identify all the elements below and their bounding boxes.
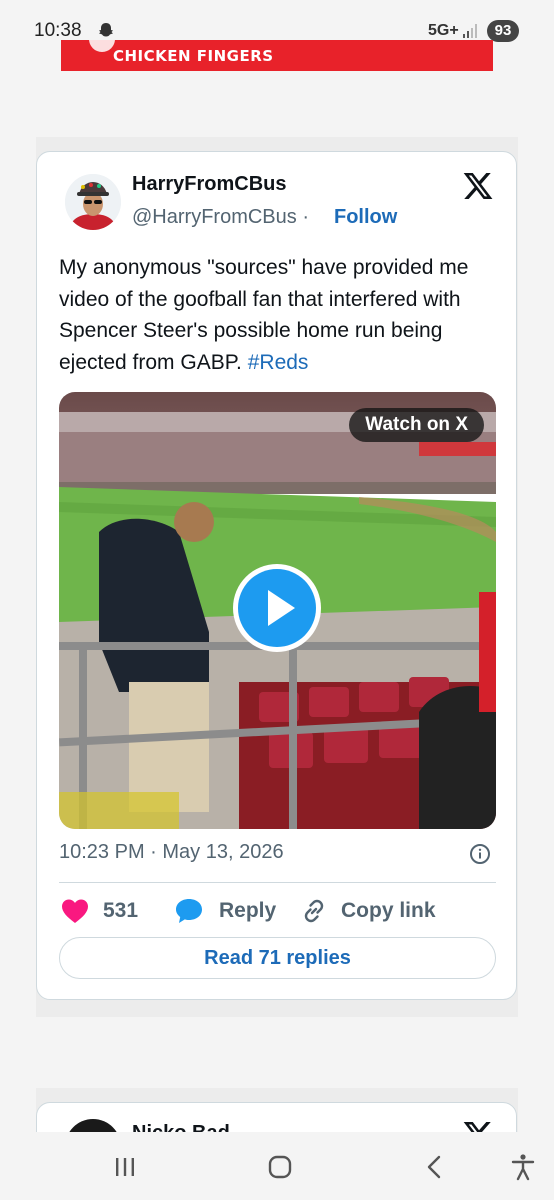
hashtag-link[interactable]: #Reds [248,351,309,374]
author-handle[interactable]: @HarryFromCBus · [132,206,309,229]
watch-on-x-button[interactable]: Watch on X [349,408,484,442]
copy-link-label: Copy link [341,899,436,922]
divider [59,882,496,883]
ad-text: CHICKEN FINGERS [113,47,274,65]
link-icon [304,899,324,923]
recent-apps-icon[interactable] [110,1152,140,1182]
signal-icon [463,24,477,38]
copy-link-button[interactable]: Copy link [301,896,436,926]
handle-separator: · [302,206,309,228]
reply-button[interactable]: Reply [175,896,276,926]
like-count: 531 [103,899,139,922]
navigation-bar [0,1132,554,1200]
info-icon[interactable] [469,843,491,865]
back-icon[interactable] [420,1152,450,1182]
tweet-timestamp[interactable]: 10:23 PM · May 13, 2026 [59,841,284,864]
handle-text: @HarryFromCBus [132,206,297,228]
status-time: 10:38 [34,20,82,41]
ad-banner[interactable]: CHICKEN FINGERS [61,40,493,71]
accessibility-icon[interactable] [508,1152,538,1182]
video-thumbnail[interactable]: Watch on X [59,392,496,829]
snapchat-icon [99,23,113,37]
like-button[interactable]: 531 [61,896,138,926]
home-icon[interactable] [265,1152,295,1182]
reply-label: Reply [219,899,277,922]
reply-bubble-icon [176,899,202,923]
tweet-card[interactable]: HarryFromCBus @HarryFromCBus · Follow My… [36,151,517,1000]
heart-icon [62,899,88,923]
network-type: 5G+ [428,22,459,39]
ad-logo [89,40,115,52]
read-replies-button[interactable]: Read 71 replies [59,937,496,979]
battery-indicator: 93 [487,20,519,42]
author-name[interactable]: HarryFromCBus [132,173,286,196]
follow-link[interactable]: Follow [334,206,397,229]
avatar[interactable] [65,174,121,230]
play-icon[interactable] [231,562,323,654]
x-logo-icon[interactable] [462,170,494,202]
tweet-text: My anonymous "sources" have provided me … [59,252,509,378]
avatar-image [65,174,121,230]
